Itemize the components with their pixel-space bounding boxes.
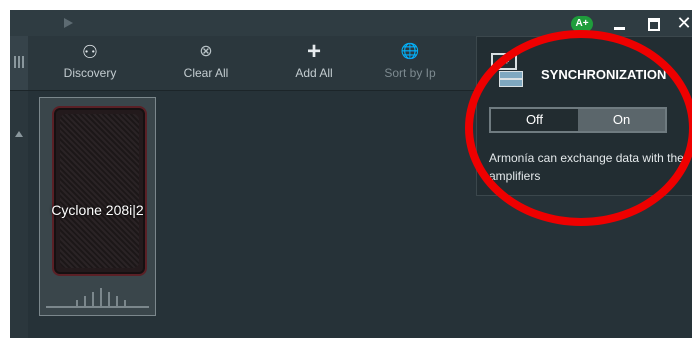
play-icon[interactable] <box>64 18 73 28</box>
close-icon[interactable]: ✕ <box>672 10 692 36</box>
speaker-image <box>52 106 147 276</box>
add-all-button[interactable]: + Add All <box>272 40 356 86</box>
clear-all-label: Clear All <box>183 66 229 80</box>
device-name: Cyclone 208i|2 <box>51 202 144 218</box>
panel-handle[interactable] <box>10 36 28 90</box>
globe-icon: 🌐 <box>400 43 420 60</box>
left-scroll-column <box>10 91 28 338</box>
sort-by-ip-button[interactable]: 🌐 Sort by Ip <box>368 40 452 86</box>
binoculars-icon: ⚇ <box>81 42 99 62</box>
scroll-up-icon[interactable] <box>15 131 23 137</box>
minimize-icon[interactable] <box>608 10 632 36</box>
sort-by-ip-label: Sort by Ip <box>384 66 436 80</box>
plus-icon: + <box>306 38 321 65</box>
app-window: A+ ✕ ⚇ Discovery ⊗ Clear All + Add All 🌐… <box>10 10 692 338</box>
add-all-label: Add All <box>295 66 333 80</box>
speaker-stand-image <box>46 278 149 308</box>
maximize-icon[interactable] <box>640 10 664 36</box>
clear-all-button[interactable]: ⊗ Clear All <box>164 40 248 86</box>
red-annotation-ellipse <box>465 30 692 226</box>
discovery-label: Discovery <box>63 66 117 80</box>
discovery-button[interactable]: ⚇ Discovery <box>48 40 132 86</box>
clear-all-icon: ⊗ <box>199 43 213 60</box>
device-card[interactable]: Cyclone 208i|2 <box>39 97 156 316</box>
